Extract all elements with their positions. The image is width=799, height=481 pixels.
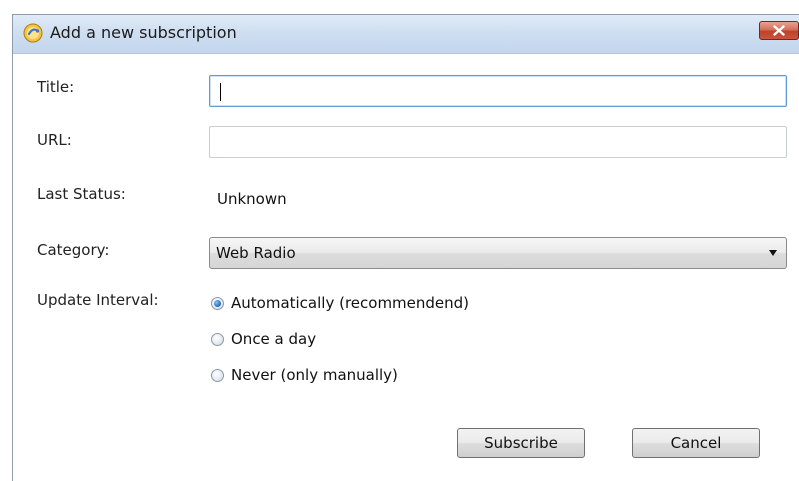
category-selected-value: Web Radio	[216, 244, 296, 262]
text-caret	[220, 83, 221, 101]
window-title: Add a new subscription	[50, 23, 237, 42]
last-status-value: Unknown	[217, 190, 287, 208]
title-label: Title:	[37, 78, 75, 96]
close-button[interactable]	[759, 21, 799, 40]
radio-label-never: Never (only manually)	[231, 366, 398, 384]
radio-button[interactable]	[211, 333, 224, 346]
cancel-button[interactable]: Cancel	[632, 428, 760, 458]
dropdown-arrow-icon	[769, 250, 777, 256]
radio-label-once-a-day: Once a day	[231, 330, 317, 348]
close-icon	[773, 25, 785, 36]
dialog-window: Add a new subscription Title: URL: Last …	[12, 14, 799, 481]
category-label: Category:	[37, 241, 110, 259]
title-input[interactable]	[209, 75, 787, 107]
radio-label-automatically: Automatically (recommendend)	[231, 294, 470, 312]
radio-button[interactable]	[211, 369, 224, 382]
title-bar[interactable]: Add a new subscription	[13, 15, 799, 54]
last-status-label: Last Status:	[37, 185, 126, 203]
radio-button-checked[interactable]	[211, 297, 224, 310]
url-input[interactable]	[209, 126, 787, 158]
category-select[interactable]: Web Radio	[209, 237, 787, 269]
url-label: URL:	[37, 131, 72, 149]
update-interval-label: Update Interval:	[37, 291, 159, 309]
subscribe-button[interactable]: Subscribe	[457, 428, 585, 458]
app-icon	[23, 23, 43, 43]
